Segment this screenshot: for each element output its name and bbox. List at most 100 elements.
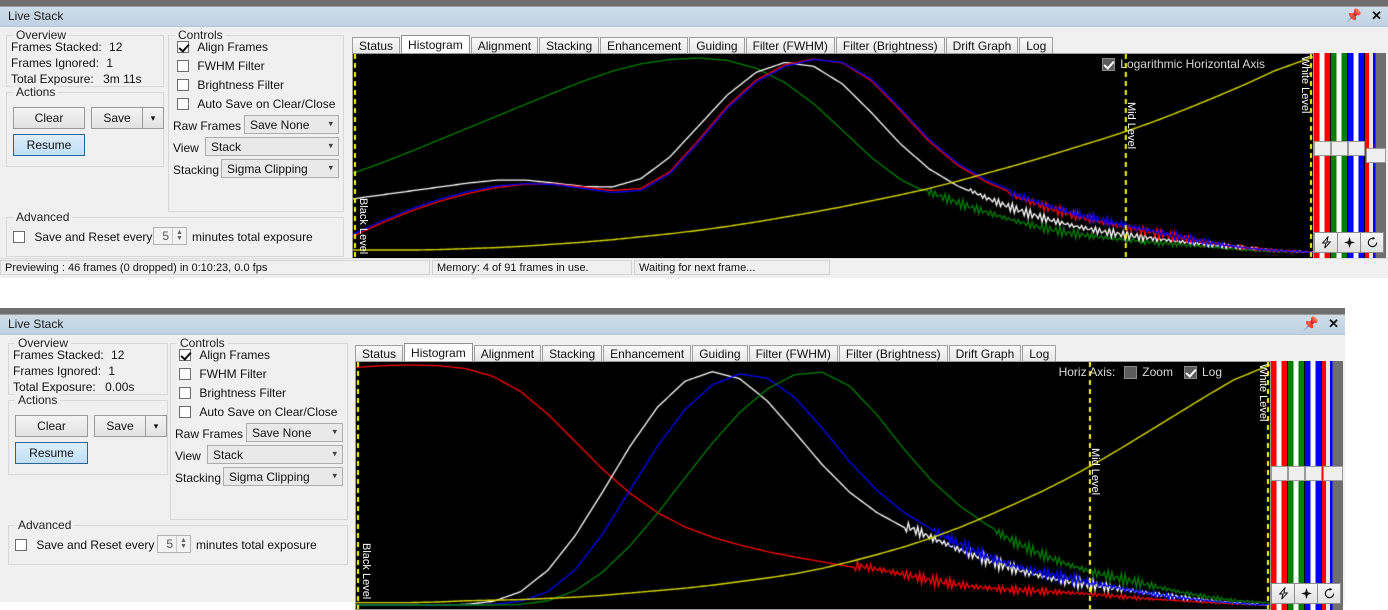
- histogram-plot-bottom[interactable]: Black Level Mid Level White Level Horiz …: [355, 361, 1271, 610]
- save-dropdown-button[interactable]: ▾: [145, 415, 167, 437]
- checkbox-auto-save[interactable]: Auto Save on Clear/Close: [177, 97, 335, 111]
- green-level-slider[interactable]: [1331, 53, 1347, 259]
- save-and-reset-checkbox-box[interactable]: [15, 539, 27, 551]
- advanced-group-top: Advanced Save and Reset every 5 ▲ ▼ minut…: [6, 210, 344, 257]
- tab-filter-brightness[interactable]: Filter (Brightness): [835, 37, 945, 53]
- resume-button[interactable]: Resume: [13, 134, 85, 156]
- histogram-plot-top[interactable]: Black Level Mid Level White Level Logari…: [352, 53, 1314, 259]
- blue-slider-handle[interactable]: [1348, 141, 1365, 156]
- log-checkbox[interactable]: [1183, 365, 1197, 379]
- blue-level-slider[interactable]: [1348, 53, 1364, 259]
- tab-histogram[interactable]: Histogram: [404, 343, 473, 361]
- clear-button[interactable]: Clear: [13, 107, 85, 129]
- auto-save-checkbox-box[interactable]: [179, 406, 191, 418]
- blue-slider-handle[interactable]: [1305, 466, 1322, 481]
- checkbox-align-frames[interactable]: Align Frames: [179, 348, 270, 362]
- align-frames-checkbox-box[interactable]: [177, 41, 189, 53]
- red-level-slider[interactable]: [1271, 361, 1287, 610]
- minutes-stepper[interactable]: 5 ▲ ▼: [153, 227, 187, 245]
- checkbox-fwhm-filter[interactable]: FWHM Filter: [177, 59, 265, 73]
- tab-status[interactable]: Status: [355, 345, 404, 361]
- tab-filter-fwhm[interactable]: Filter (FWHM): [745, 37, 835, 53]
- histogram-canvas[interactable]: [356, 362, 1270, 609]
- luminance-slider-handle[interactable]: [1323, 466, 1343, 481]
- tab-log[interactable]: Log: [1019, 37, 1054, 53]
- stacking-combo[interactable]: Sigma Clipping ▾: [223, 467, 343, 486]
- white-level-label: White Level: [1299, 56, 1311, 114]
- brightness-filter-checkbox-box[interactable]: [179, 387, 191, 399]
- tab-alignment[interactable]: Alignment: [470, 37, 539, 53]
- stacking-label: Stacking: [173, 163, 220, 177]
- tab-status[interactable]: Status: [352, 37, 401, 53]
- frames-stacked-value: 12: [111, 348, 125, 362]
- blue-level-slider[interactable]: [1305, 361, 1321, 610]
- red-slider-handle[interactable]: [1271, 466, 1288, 481]
- checkbox-align-frames[interactable]: Align Frames: [177, 40, 268, 54]
- red-slider-handle[interactable]: [1314, 141, 1331, 156]
- pin-icon[interactable]: 📌: [1303, 316, 1319, 331]
- reset-levels-button[interactable]: [1360, 232, 1384, 253]
- luminance-level-slider[interactable]: [1322, 361, 1343, 610]
- pin-icon[interactable]: 📌: [1346, 8, 1362, 23]
- green-slider-handle[interactable]: [1288, 466, 1305, 481]
- save-dropdown-button[interactable]: ▾: [142, 107, 164, 129]
- save-button[interactable]: Save: [91, 107, 143, 129]
- save-and-reset-checkbox-box[interactable]: [13, 231, 25, 243]
- fwhm-filter-checkbox-box[interactable]: [179, 368, 191, 380]
- histogram-canvas[interactable]: [353, 54, 1313, 258]
- view-combo[interactable]: Stack ▾: [205, 137, 339, 156]
- auto-stretch-strip-button[interactable]: [1314, 232, 1338, 253]
- view-combo[interactable]: Stack ▾: [207, 445, 343, 464]
- tab-guiding[interactable]: Guiding: [692, 345, 748, 361]
- tab-drift-graph[interactable]: Drift Graph: [945, 37, 1019, 53]
- tab-drift-graph[interactable]: Drift Graph: [948, 345, 1022, 361]
- sparkle-icon: [1343, 236, 1355, 249]
- minutes-stepper[interactable]: 5 ▲ ▼: [157, 535, 191, 553]
- auto-save-checkbox-box[interactable]: [177, 98, 189, 110]
- brightness-filter-checkbox-box[interactable]: [177, 79, 189, 91]
- tab-filter-brightness[interactable]: Filter (Brightness): [838, 345, 948, 361]
- tab-stacking[interactable]: Stacking: [539, 37, 600, 53]
- auto-adjust-strip-button[interactable]: [1294, 583, 1318, 604]
- save-reset-row[interactable]: Save and Reset every: [13, 230, 152, 244]
- checkbox-fwhm-filter[interactable]: FWHM Filter: [179, 367, 267, 381]
- tab-guiding[interactable]: Guiding: [689, 37, 745, 53]
- checkbox-brightness-filter[interactable]: Brightness Filter: [177, 78, 284, 92]
- frames-stacked-label: Frames Stacked:: [11, 40, 102, 54]
- stepper-arrows[interactable]: ▲ ▼: [176, 536, 190, 552]
- save-button[interactable]: Save: [94, 415, 146, 437]
- red-level-slider[interactable]: [1314, 53, 1330, 259]
- green-level-slider[interactable]: [1288, 361, 1304, 610]
- zoom-checkbox[interactable]: [1124, 365, 1138, 379]
- raw-frames-combo[interactable]: Save None ▾: [244, 115, 339, 134]
- clear-button[interactable]: Clear: [15, 415, 88, 437]
- tab-enhancement[interactable]: Enhancement: [600, 37, 689, 53]
- tab-histogram[interactable]: Histogram: [401, 35, 470, 53]
- align-frames-checkbox-box[interactable]: [179, 349, 191, 361]
- save-reset-row[interactable]: Save and Reset every: [15, 538, 154, 552]
- stacking-combo[interactable]: Sigma Clipping ▾: [221, 159, 339, 178]
- logarithmic-axis-checkbox[interactable]: [1102, 57, 1116, 71]
- checkbox-auto-save[interactable]: Auto Save on Clear/Close: [179, 405, 337, 419]
- level-slider-strip-bottom[interactable]: [1271, 361, 1343, 610]
- raw-frames-combo[interactable]: Save None ▾: [246, 423, 343, 442]
- actions-group-top: Actions Clear Save ▾ Resume: [6, 85, 164, 167]
- green-slider-handle[interactable]: [1331, 141, 1348, 156]
- resume-button[interactable]: Resume: [15, 442, 88, 464]
- close-icon[interactable]: ✕: [1328, 316, 1339, 331]
- auto-adjust-strip-button[interactable]: [1337, 232, 1361, 253]
- reset-levels-button[interactable]: [1317, 583, 1341, 604]
- fwhm-filter-checkbox-box[interactable]: [177, 60, 189, 72]
- stepper-arrows[interactable]: ▲ ▼: [172, 228, 186, 244]
- tab-alignment[interactable]: Alignment: [473, 345, 542, 361]
- luminance-slider-handle[interactable]: [1366, 148, 1386, 163]
- checkbox-brightness-filter[interactable]: Brightness Filter: [179, 386, 286, 400]
- level-slider-strip-top[interactable]: [1314, 53, 1386, 259]
- tab-stacking[interactable]: Stacking: [542, 345, 603, 361]
- raw-frames-value: Save None: [250, 117, 310, 132]
- close-icon[interactable]: ✕: [1371, 8, 1382, 23]
- tab-filter-fwhm[interactable]: Filter (FWHM): [748, 345, 838, 361]
- auto-stretch-strip-button[interactable]: [1271, 583, 1295, 604]
- tab-enhancement[interactable]: Enhancement: [603, 345, 692, 361]
- tab-log[interactable]: Log: [1022, 345, 1057, 361]
